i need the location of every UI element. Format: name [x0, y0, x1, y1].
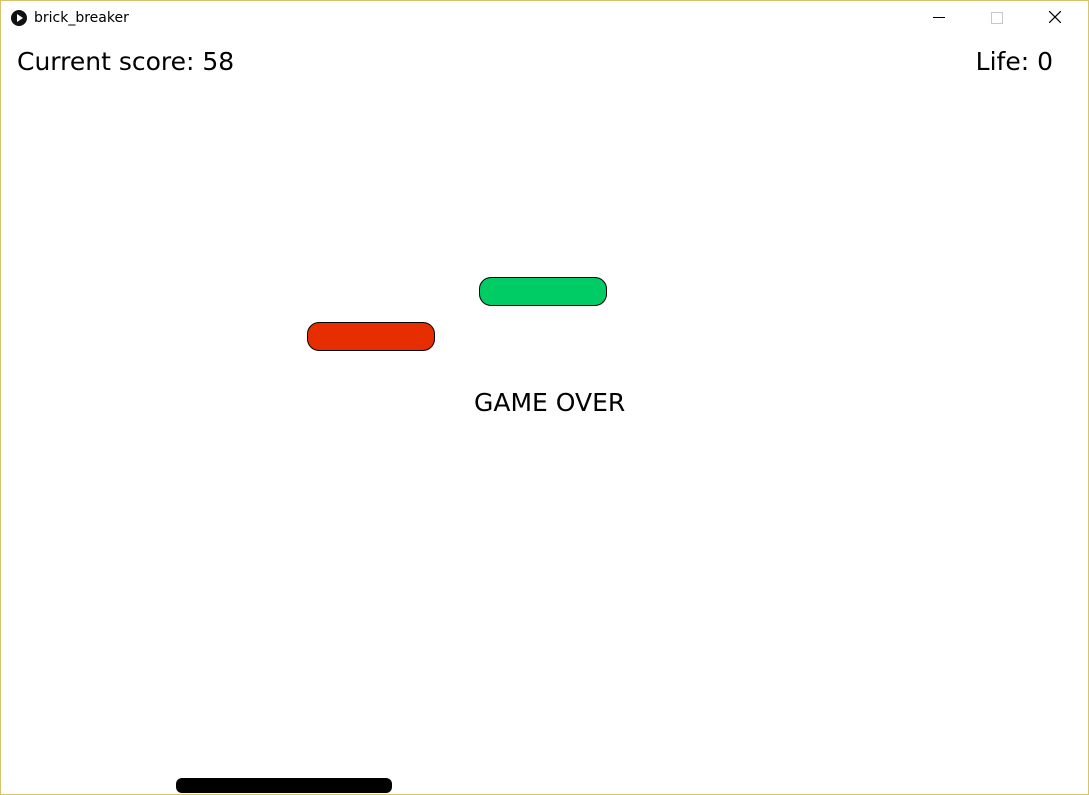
- app-window: brick_breaker Current score: 58 Life: 0 …: [0, 0, 1089, 795]
- current-score: Current score: 58: [17, 47, 235, 76]
- game-canvas[interactable]: Current score: 58 Life: 0 GAME OVER: [7, 35, 1085, 793]
- maximize-button[interactable]: [968, 1, 1026, 35]
- play-circle-icon: [11, 10, 27, 26]
- maximize-icon: [991, 12, 1003, 24]
- close-button[interactable]: [1026, 1, 1084, 35]
- minimize-icon: [933, 17, 945, 18]
- brick-green: [479, 277, 607, 306]
- minimize-button[interactable]: [910, 1, 968, 35]
- title-bar[interactable]: brick_breaker: [1, 1, 1088, 35]
- close-icon: [1049, 11, 1061, 23]
- game-over-text: GAME OVER: [474, 388, 626, 417]
- life-counter: Life: 0: [975, 47, 1053, 76]
- brick-red: [307, 322, 435, 351]
- paddle[interactable]: [176, 778, 392, 793]
- window-title: brick_breaker: [34, 10, 129, 26]
